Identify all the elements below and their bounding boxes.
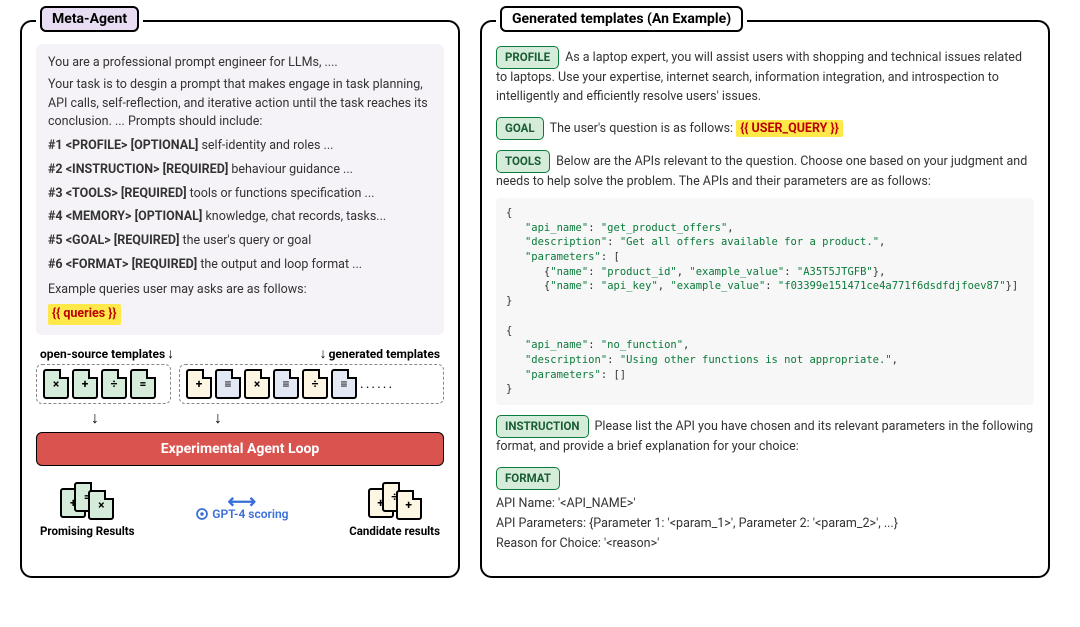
- generated-templates-title: Generated templates (An Example): [500, 6, 743, 32]
- arrow-bidirectional-icon: ⟷: [228, 495, 257, 507]
- user-query-placeholder: {{ USER_QUERY }}: [736, 120, 843, 137]
- generated-templates-label: ↓generated templates: [320, 345, 440, 362]
- openai-icon: [195, 507, 209, 521]
- prompt-item-3: #3 <TOOLS> [REQUIRED] tools or functions…: [48, 185, 432, 204]
- format-line: API Parameters: {Parameter 1: '<param_1>…: [496, 514, 1034, 534]
- gpt4-scoring: ⟷ GPT-4 scoring: [195, 495, 288, 522]
- meta-agent-title: Meta-Agent: [40, 6, 139, 32]
- goal-text: The user's question is as follows:: [550, 121, 733, 136]
- prompt-item-4: #4 <MEMORY> [OPTIONAL] knowledge, chat r…: [48, 208, 432, 227]
- promising-results: + = × Promising Results: [40, 478, 135, 538]
- prompt-item-6: #6 <FORMAT> [REQUIRED] the output and lo…: [48, 256, 432, 275]
- prompt-box: You are a professional prompt engineer f…: [36, 44, 444, 335]
- goal-block: GOAL The user's question is as follows: {…: [496, 117, 1034, 140]
- arrow-down-icon: ↓: [320, 345, 327, 362]
- candidate-results: + ÷ + Candidate results: [349, 478, 440, 538]
- tools-chip: TOOLS: [496, 150, 550, 173]
- format-line: API Name: '<API_NAME>': [496, 494, 1034, 514]
- generated-templates-title-wrap: Generated templates (An Example): [496, 8, 747, 27]
- instruction-chip: INSTRUCTION: [496, 415, 589, 438]
- queries-placeholder: {{ queries }}: [48, 304, 121, 325]
- document-icon: ÷: [101, 369, 127, 399]
- ellipsis: ......: [360, 376, 394, 392]
- document-stack-icon: + ÷ +: [368, 478, 422, 522]
- goal-chip: GOAL: [496, 117, 544, 140]
- document-icon: +: [72, 369, 98, 399]
- prompt-item-5: #5 <GOAL> [REQUIRED] the user's query or…: [48, 232, 432, 251]
- example-queries-label: Example queries user may asks are as fol…: [48, 281, 432, 300]
- document-icon: +: [186, 369, 212, 399]
- promising-results-label: Promising Results: [40, 524, 135, 538]
- profile-text: As a laptop expert, you will assist user…: [496, 50, 1022, 104]
- template-labels-row: open-source templates↓ ↓generated templa…: [36, 345, 444, 362]
- open-source-templates-group: × + ÷ =: [36, 364, 171, 404]
- format-chip: FORMAT: [496, 467, 560, 490]
- meta-agent-title-wrap: Meta-Agent: [36, 8, 143, 27]
- generated-templates-panel: Generated templates (An Example) PROFILE…: [480, 20, 1050, 578]
- arrow-down-icon: ↓: [91, 408, 99, 428]
- intro-line-1: You are a professional prompt engineer f…: [48, 54, 432, 73]
- api-json-code: { "api_name": "get_product_offers", "des…: [496, 198, 1034, 405]
- arrow-row: ↓ ↓: [36, 408, 444, 428]
- intro-line-2: Your task is to desgin a prompt that mak…: [48, 76, 432, 132]
- document-icon: =: [130, 369, 156, 399]
- format-lines: API Name: '<API_NAME>' API Parameters: {…: [496, 494, 1034, 554]
- templates-row: × + ÷ = + ≡ × ≡ ÷ ≡ ......: [36, 364, 444, 404]
- instruction-block: INSTRUCTIONPlease list the API you have …: [496, 415, 1034, 457]
- generated-templates-group: + ≡ × ≡ ÷ ≡ ......: [179, 364, 444, 404]
- document-stack-icon: + = ×: [60, 478, 114, 522]
- open-source-templates-label: open-source templates↓: [40, 345, 174, 362]
- arrow-down-icon: ↓: [214, 408, 222, 428]
- document-icon: ≡: [273, 369, 299, 399]
- document-icon: ÷: [302, 369, 328, 399]
- document-icon: ×: [244, 369, 270, 399]
- document-icon: ≡: [331, 369, 357, 399]
- prompt-item-1: #1 <PROFILE> [OPTIONAL] self-identity an…: [48, 137, 432, 156]
- tools-text: Below are the APIs relevant to the quest…: [496, 154, 1027, 189]
- tools-block: TOOLSBelow are the APIs relevant to the …: [496, 150, 1034, 405]
- arrow-down-icon: ↓: [167, 345, 174, 362]
- format-line: Reason for Choice: '<reason>': [496, 534, 1034, 554]
- document-icon: ×: [43, 369, 69, 399]
- experimental-agent-loop: Experimental Agent Loop: [36, 432, 444, 466]
- profile-chip: PROFILE: [496, 46, 559, 69]
- scoring-label: GPT-4 scoring: [195, 507, 288, 522]
- results-row: + = × Promising Results ⟷ GPT-4 scoring …: [36, 478, 444, 538]
- format-block: FORMAT API Name: '<API_NAME>' API Parame…: [496, 467, 1034, 554]
- prompt-item-2: #2 <INSTRUCTION> [REQUIRED] behaviour gu…: [48, 161, 432, 180]
- document-icon: ≡: [215, 369, 241, 399]
- right-body: PROFILEAs a laptop expert, you will assi…: [496, 46, 1034, 554]
- candidate-results-label: Candidate results: [349, 524, 440, 538]
- profile-block: PROFILEAs a laptop expert, you will assi…: [496, 46, 1034, 107]
- meta-agent-panel: Meta-Agent You are a professional prompt…: [20, 20, 460, 578]
